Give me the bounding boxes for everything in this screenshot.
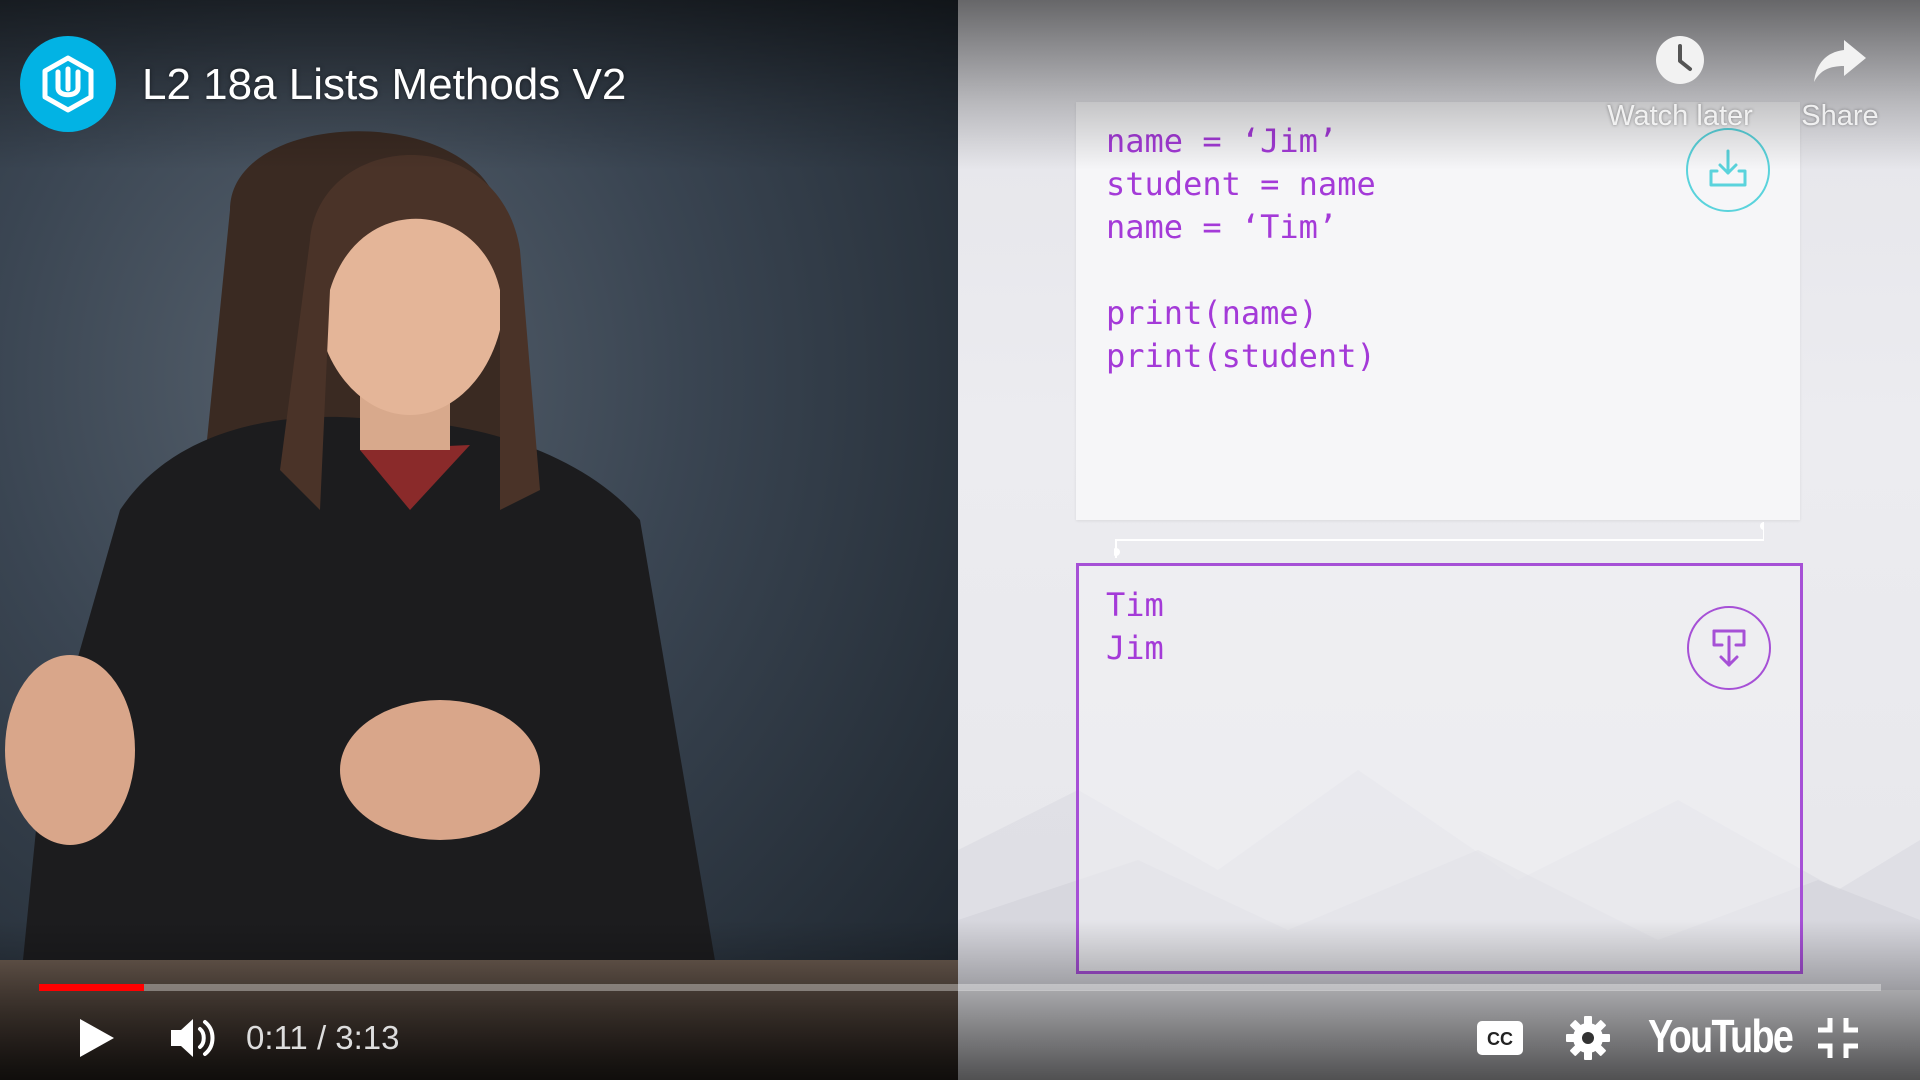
settings-button[interactable] <box>1558 1010 1618 1066</box>
code-line: name = ‘Jim’ <box>1106 122 1338 160</box>
fullscreen-button[interactable] <box>1808 1010 1868 1066</box>
play-icon <box>80 1019 114 1057</box>
code-line: student = name <box>1106 165 1376 203</box>
code-line: name = ‘Tim’ <box>1106 208 1338 246</box>
watch-later-label: Watch later <box>1607 100 1753 132</box>
output-line: Tim <box>1106 586 1164 624</box>
video-presenter-area <box>0 0 958 1080</box>
code-panel: name = ‘Jim’ student = name name = ‘Tim’… <box>1076 102 1800 520</box>
output-panel: Tim Jim <box>1076 563 1803 974</box>
play-button[interactable] <box>66 1010 126 1066</box>
code-lines: name = ‘Jim’ student = name name = ‘Tim’… <box>1106 120 1376 378</box>
svg-text:CC: CC <box>1487 1029 1513 1049</box>
share-arrow-icon <box>1808 28 1872 92</box>
code-line: print(student) <box>1106 337 1376 375</box>
panel-connector <box>1114 522 1764 558</box>
udacity-logo-icon[interactable] <box>20 36 116 132</box>
clock-icon <box>1648 28 1712 92</box>
exit-fullscreen-icon <box>1818 1018 1858 1058</box>
video-player[interactable]: name = ‘Jim’ student = name name = ‘Tim’… <box>0 0 1920 1080</box>
output-lines: Tim Jim <box>1106 584 1164 670</box>
share-label: Share <box>1801 100 1879 132</box>
cc-icon: CC <box>1477 1021 1523 1055</box>
volume-icon <box>171 1019 215 1057</box>
download-tray-icon <box>1686 128 1770 212</box>
captions-button[interactable]: CC <box>1470 1010 1530 1066</box>
presenter-figure <box>5 131 720 990</box>
share-button[interactable]: Share <box>1788 28 1892 133</box>
code-line: print(name) <box>1106 294 1318 332</box>
gear-icon <box>1566 1016 1610 1060</box>
output-arrow-icon <box>1687 606 1771 690</box>
progress-played <box>39 984 144 991</box>
video-title[interactable]: L2 18a Lists Methods V2 <box>142 58 626 112</box>
output-line: Jim <box>1106 629 1164 667</box>
youtube-logo[interactable]: YouTube <box>1648 1008 1794 1064</box>
player-controls: 0:11 / 3:13 CC YouTube <box>0 1000 1920 1080</box>
volume-button[interactable] <box>160 1010 226 1066</box>
progress-bar[interactable] <box>39 984 1881 991</box>
watch-later-button[interactable]: Watch later <box>1600 28 1760 133</box>
time-display: 0:11 / 3:13 <box>246 1019 400 1056</box>
